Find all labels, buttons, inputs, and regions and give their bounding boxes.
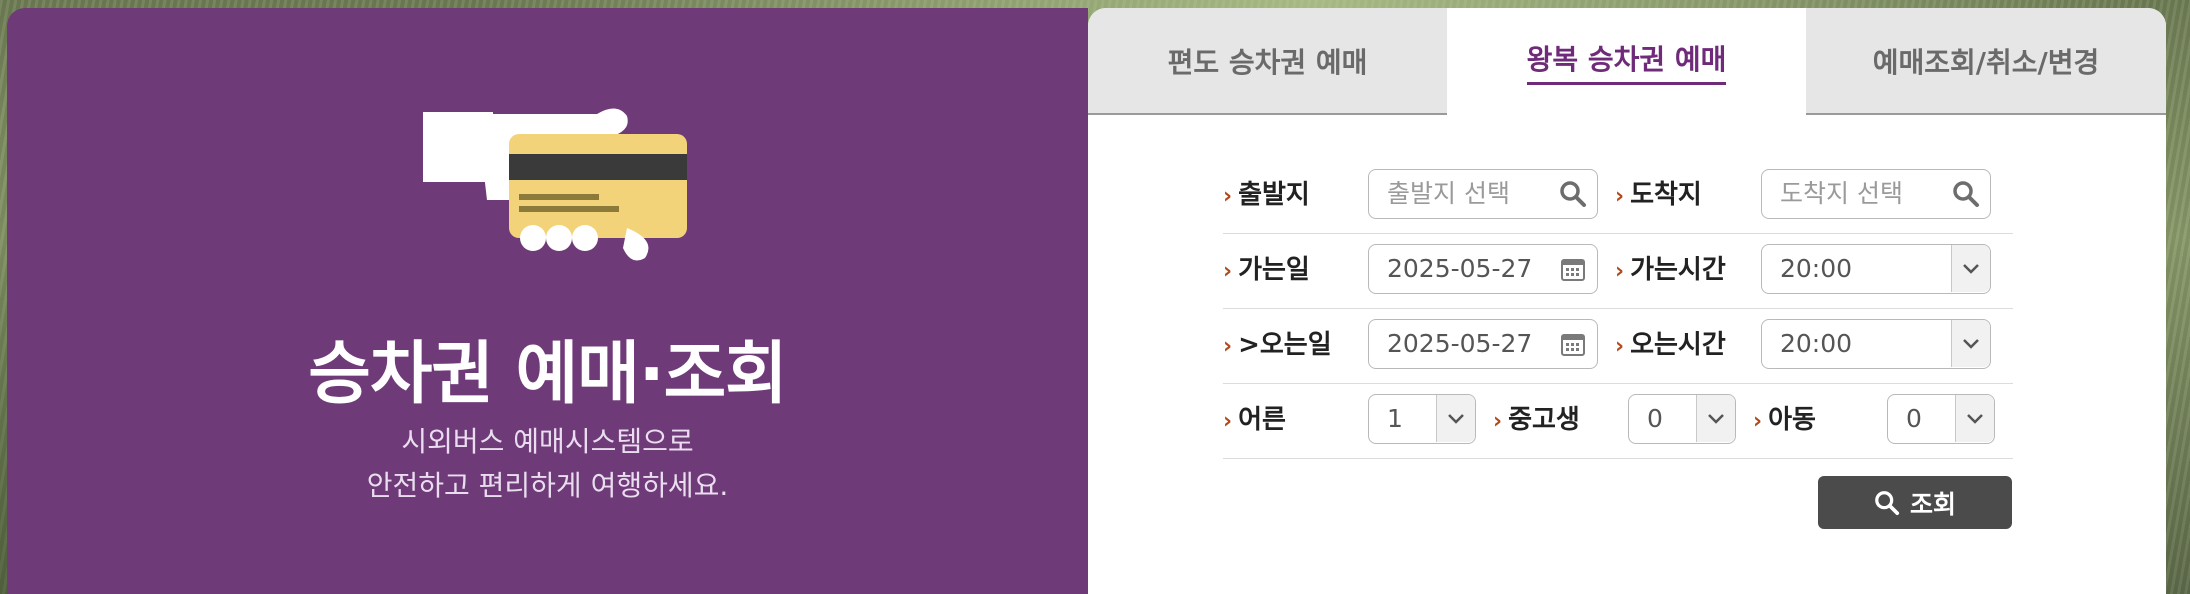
tab-one-way-label: 편도 승차권 예매	[1167, 45, 1368, 79]
child-value: 0	[1906, 404, 1922, 433]
go-time-label: › 가는시간	[1615, 255, 1726, 285]
row-go: › 가는일 2025-05-27 › 가는시간 20:00	[1223, 233, 2013, 309]
return-time-select[interactable]: 20:00	[1761, 319, 1991, 369]
return-date-value: 2025-05-27	[1387, 329, 1533, 358]
search-icon	[1953, 181, 1979, 207]
row-route: › 출발지 출발지 선택 › 도착지 도착지 선택	[1223, 158, 2013, 234]
go-time-select[interactable]: 20:00	[1761, 244, 1991, 294]
tab-lookup-cancel-label: 예매조회/취소/변경	[1872, 45, 2100, 79]
child-label: › 아동	[1753, 405, 1816, 435]
row-passengers: › 어른 1 › 중고생 0 › 아동 0	[1223, 383, 2013, 459]
page-title: 승차권 예매·조회	[308, 335, 787, 414]
return-date-label: › >오는일	[1223, 330, 1332, 360]
chevron-down-icon[interactable]	[1696, 395, 1735, 442]
arrival-input[interactable]: 도착지 선택	[1761, 169, 1991, 219]
adult-label: › 어른	[1223, 405, 1286, 435]
arrival-placeholder: 도착지 선택	[1780, 179, 1903, 208]
booking-tabs: 편도 승차권 예매 왕복 승차권 예매 예매조회/취소/변경	[1088, 8, 2166, 115]
departure-placeholder: 출발지 선택	[1387, 179, 1510, 208]
departure-label: › 출발지	[1223, 180, 1310, 210]
return-date-input[interactable]: 2025-05-27	[1368, 319, 1598, 369]
departure-input[interactable]: 출발지 선택	[1368, 169, 1598, 219]
chevron-down-icon[interactable]	[1951, 320, 1990, 367]
chevron-down-icon[interactable]	[1951, 245, 1990, 292]
card-payment-icon	[423, 108, 687, 261]
return-time-value: 20:00	[1780, 329, 1853, 358]
subtitle-line-2: 안전하고 편리하게 여행하세요.	[366, 469, 729, 502]
search-button[interactable]: 조회	[1818, 476, 2012, 529]
page-subtitle: 시외버스 예매시스템으로 안전하고 편리하게 여행하세요.	[7, 420, 1088, 508]
go-date-value: 2025-05-27	[1387, 254, 1533, 283]
hero-panel: 승차권 예매·조회 시외버스 예매시스템으로 안전하고 편리하게 여행하세요.	[7, 8, 1088, 594]
go-date-label: › 가는일	[1223, 255, 1310, 285]
chevron-down-icon[interactable]	[1955, 395, 1994, 442]
return-time-label: › 오는시간	[1615, 330, 1726, 360]
calendar-icon[interactable]	[1559, 330, 1587, 358]
arrival-label: › 도착지	[1615, 180, 1702, 210]
row-return: › >오는일 2025-05-27 › 오는시간 20:00	[1223, 308, 2013, 384]
search-icon	[1875, 490, 1900, 515]
adult-value: 1	[1387, 404, 1403, 433]
teen-select[interactable]: 0	[1628, 394, 1736, 444]
teen-label: › 중고생	[1493, 405, 1580, 435]
chevron-down-icon[interactable]	[1436, 395, 1475, 442]
tab-round-trip[interactable]: 왕복 승차권 예매	[1447, 8, 1806, 115]
search-icon	[1560, 181, 1586, 207]
search-button-label: 조회	[1909, 489, 1956, 519]
go-date-input[interactable]: 2025-05-27	[1368, 244, 1598, 294]
calendar-icon[interactable]	[1559, 255, 1587, 283]
tab-lookup-cancel[interactable]: 예매조회/취소/변경	[1806, 8, 2166, 115]
teen-value: 0	[1647, 404, 1663, 433]
tab-round-trip-label: 왕복 승차권 예매	[1526, 38, 1727, 85]
subtitle-line-1: 시외버스 예매시스템으로	[401, 425, 694, 458]
go-time-value: 20:00	[1780, 254, 1853, 283]
tab-one-way[interactable]: 편도 승차권 예매	[1088, 8, 1447, 115]
adult-select[interactable]: 1	[1368, 394, 1476, 444]
child-select[interactable]: 0	[1887, 394, 1995, 444]
